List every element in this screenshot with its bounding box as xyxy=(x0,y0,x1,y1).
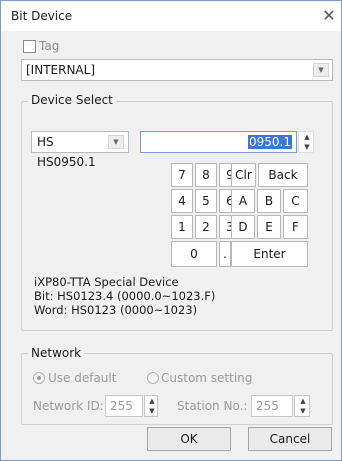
key-clr[interactable]: Clr xyxy=(231,163,256,187)
key-5[interactable]: 5 xyxy=(195,189,217,213)
address-value: 0950.1 xyxy=(248,135,292,149)
station-no-label: Station No.: xyxy=(177,399,248,413)
source-combo[interactable]: [INTERNAL] ▼ xyxy=(21,59,333,81)
title-bar: Bit Device ✕ xyxy=(1,1,341,31)
station-no-value: 255 xyxy=(256,399,279,413)
device-type-value: HS xyxy=(37,135,54,149)
address-preview: HS0950.1 xyxy=(37,155,96,169)
spin-down-icon[interactable]: ▼ xyxy=(301,143,313,151)
dialog-title: Bit Device xyxy=(11,9,73,23)
device-info-line1: iXP80-TTA Special Device xyxy=(34,275,179,289)
key-enter[interactable]: Enter xyxy=(231,241,308,267)
source-value: [INTERNAL] xyxy=(26,63,95,77)
tag-checkbox[interactable] xyxy=(23,40,36,53)
device-info-line3: Word: HS0123 (0000~1023) xyxy=(34,303,198,317)
spin-down-icon[interactable]: ▼ xyxy=(297,407,309,415)
spin-up-icon[interactable]: ▲ xyxy=(297,397,309,405)
key-dot[interactable]: . xyxy=(219,241,231,267)
network-id-value: 255 xyxy=(110,399,133,413)
chevron-down-icon[interactable]: ▼ xyxy=(108,135,124,149)
close-icon[interactable]: ✕ xyxy=(319,6,339,26)
key-d[interactable]: D xyxy=(231,215,255,239)
key-b[interactable]: B xyxy=(257,189,281,213)
key-e[interactable]: E xyxy=(257,215,281,239)
use-default-radio[interactable] xyxy=(33,372,45,384)
key-7[interactable]: 7 xyxy=(171,163,193,187)
address-spinner[interactable]: ▲ ▼ xyxy=(298,131,314,153)
key-0[interactable]: 0 xyxy=(171,241,217,267)
key-8[interactable]: 8 xyxy=(195,163,217,187)
key-2[interactable]: 2 xyxy=(195,215,217,239)
network-id-label: Network ID: xyxy=(33,399,104,413)
key-4[interactable]: 4 xyxy=(171,189,193,213)
cancel-button[interactable]: Cancel xyxy=(248,427,332,451)
key-1[interactable]: 1 xyxy=(171,215,193,239)
use-default-label: Use default xyxy=(48,371,117,385)
network-id-input[interactable]: 255 xyxy=(105,395,143,417)
key-back[interactable]: Back xyxy=(258,163,308,187)
spin-up-icon[interactable]: ▲ xyxy=(301,133,313,141)
key-f[interactable]: F xyxy=(283,215,308,239)
network-id-spinner[interactable]: ▲ ▼ xyxy=(144,395,158,417)
station-no-spinner[interactable]: ▲ ▼ xyxy=(294,395,310,417)
station-no-input[interactable]: 255 xyxy=(251,395,293,417)
spin-down-icon[interactable]: ▼ xyxy=(146,407,158,415)
custom-setting-label: Custom setting xyxy=(161,371,253,385)
device-select-legend: Device Select xyxy=(28,93,116,107)
bit-device-dialog: Bit Device ✕ Tag [INTERNAL] ▼ Device Sel… xyxy=(0,0,342,461)
chevron-down-icon[interactable]: ▼ xyxy=(313,63,329,77)
device-type-combo[interactable]: HS ▼ xyxy=(31,131,129,153)
spin-up-icon[interactable]: ▲ xyxy=(146,397,158,405)
address-input[interactable]: 0950.1 xyxy=(140,131,297,153)
device-info-line2: Bit: HS0123.4 (0000.0~1023.F) xyxy=(34,289,216,303)
tag-label: Tag xyxy=(39,39,60,53)
ok-button[interactable]: OK xyxy=(147,427,231,451)
key-c[interactable]: C xyxy=(283,189,308,213)
radio-selected-dot xyxy=(37,376,41,380)
network-legend: Network xyxy=(28,346,85,360)
key-a[interactable]: A xyxy=(231,189,255,213)
custom-setting-radio[interactable] xyxy=(147,372,159,384)
